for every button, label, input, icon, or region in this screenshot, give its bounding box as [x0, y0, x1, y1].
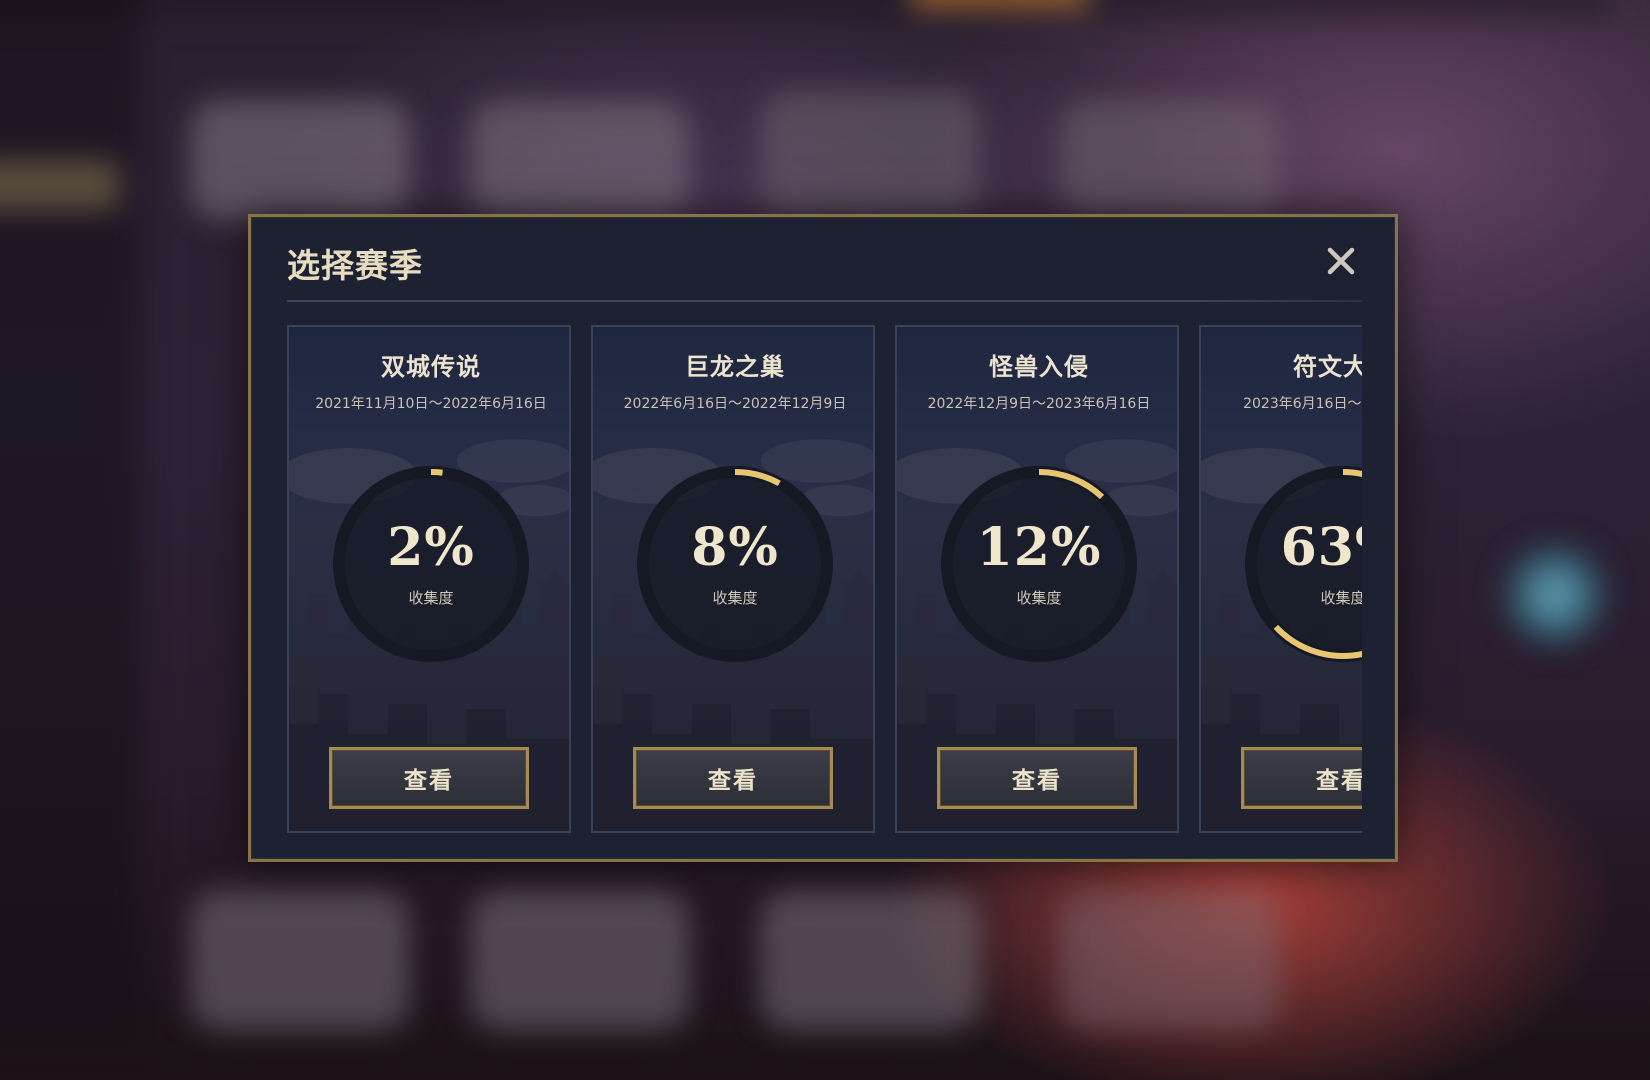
background-card — [470, 890, 690, 1030]
season-card[interactable]: 双城传说 2021年11月10日～2022年6月16日 2% 收集度查看 — [287, 325, 571, 833]
collection-label: 收集度 — [1320, 589, 1362, 607]
background-highlight — [0, 160, 120, 210]
collection-percent: 12% — [976, 517, 1102, 578]
season-name: 符文大陆 — [1293, 353, 1362, 381]
season-select-dialog: 选择赛季 双城传说 2021年11月10日～2022年6月16日 2% 收集度 查看 巨龙… — [248, 214, 1398, 862]
background-card — [190, 890, 410, 1030]
season-name: 怪兽入侵 — [989, 353, 1089, 381]
background-sidebar — [0, 0, 140, 1040]
collection-percent: 8% — [691, 517, 779, 578]
background-card — [760, 890, 980, 1030]
season-card-list[interactable]: 双城传说 2021年11月10日～2022年6月16日 2% 收集度查看 巨龙之巢 202… — [287, 325, 1362, 833]
season-card-track: 双城传说 2021年11月10日～2022年6月16日 2% 收集度查看 巨龙之巢 202… — [287, 325, 1362, 833]
background-card — [760, 90, 980, 220]
collection-progress-ring: 63% 收集度 — [1238, 459, 1362, 669]
collection-label: 收集度 — [712, 589, 758, 607]
season-dates: 2021年11月10日～2022年6月16日 — [315, 396, 547, 412]
view-season-button[interactable]: 查看 — [1241, 747, 1362, 809]
season-card[interactable]: 怪兽入侵 2022年12月9日～2023年6月16日 12% 收集度查看 — [895, 325, 1179, 833]
season-dates: 2022年12月9日～2023年6月16日 — [927, 396, 1151, 412]
collection-progress-ring: 8% 收集度 — [630, 459, 840, 669]
close-button[interactable] — [1321, 241, 1361, 281]
title-divider — [287, 300, 1362, 302]
background-card — [1060, 100, 1280, 220]
background-highlight — [910, 0, 1090, 10]
collection-percent: 63% — [1280, 517, 1362, 578]
view-season-button[interactable]: 查看 — [633, 747, 833, 809]
background-card — [470, 100, 690, 220]
season-dates: 2023年6月16日～2023年11月 — [1243, 396, 1362, 412]
season-dates: 2022年6月16日～2022年12月9日 — [623, 396, 847, 412]
dialog-title: 选择赛季 — [287, 246, 423, 285]
background-top-bar — [0, 0, 1610, 20]
collection-progress-ring: 12% 收集度 — [934, 459, 1144, 669]
collection-percent: 2% — [387, 517, 475, 578]
view-season-button[interactable]: 查看 — [937, 747, 1137, 809]
collection-progress-ring: 2% 收集度 — [326, 459, 536, 669]
season-card[interactable]: 巨龙之巢 2022年6月16日～2022年12月9日 8% 收集度查看 — [591, 325, 875, 833]
collection-label: 收集度 — [1016, 589, 1062, 607]
collection-label: 收集度 — [408, 589, 454, 607]
background-card — [190, 100, 410, 220]
season-card[interactable]: 符文大陆 2023年6月16日～2023年11月 63% 收集度查看 — [1199, 325, 1362, 833]
season-name: 巨龙之巢 — [685, 353, 785, 381]
background-card — [1060, 890, 1280, 1030]
season-name: 双城传说 — [381, 353, 481, 381]
close-icon — [1327, 247, 1355, 275]
background-orb — [1500, 540, 1610, 650]
view-season-button[interactable]: 查看 — [329, 747, 529, 809]
